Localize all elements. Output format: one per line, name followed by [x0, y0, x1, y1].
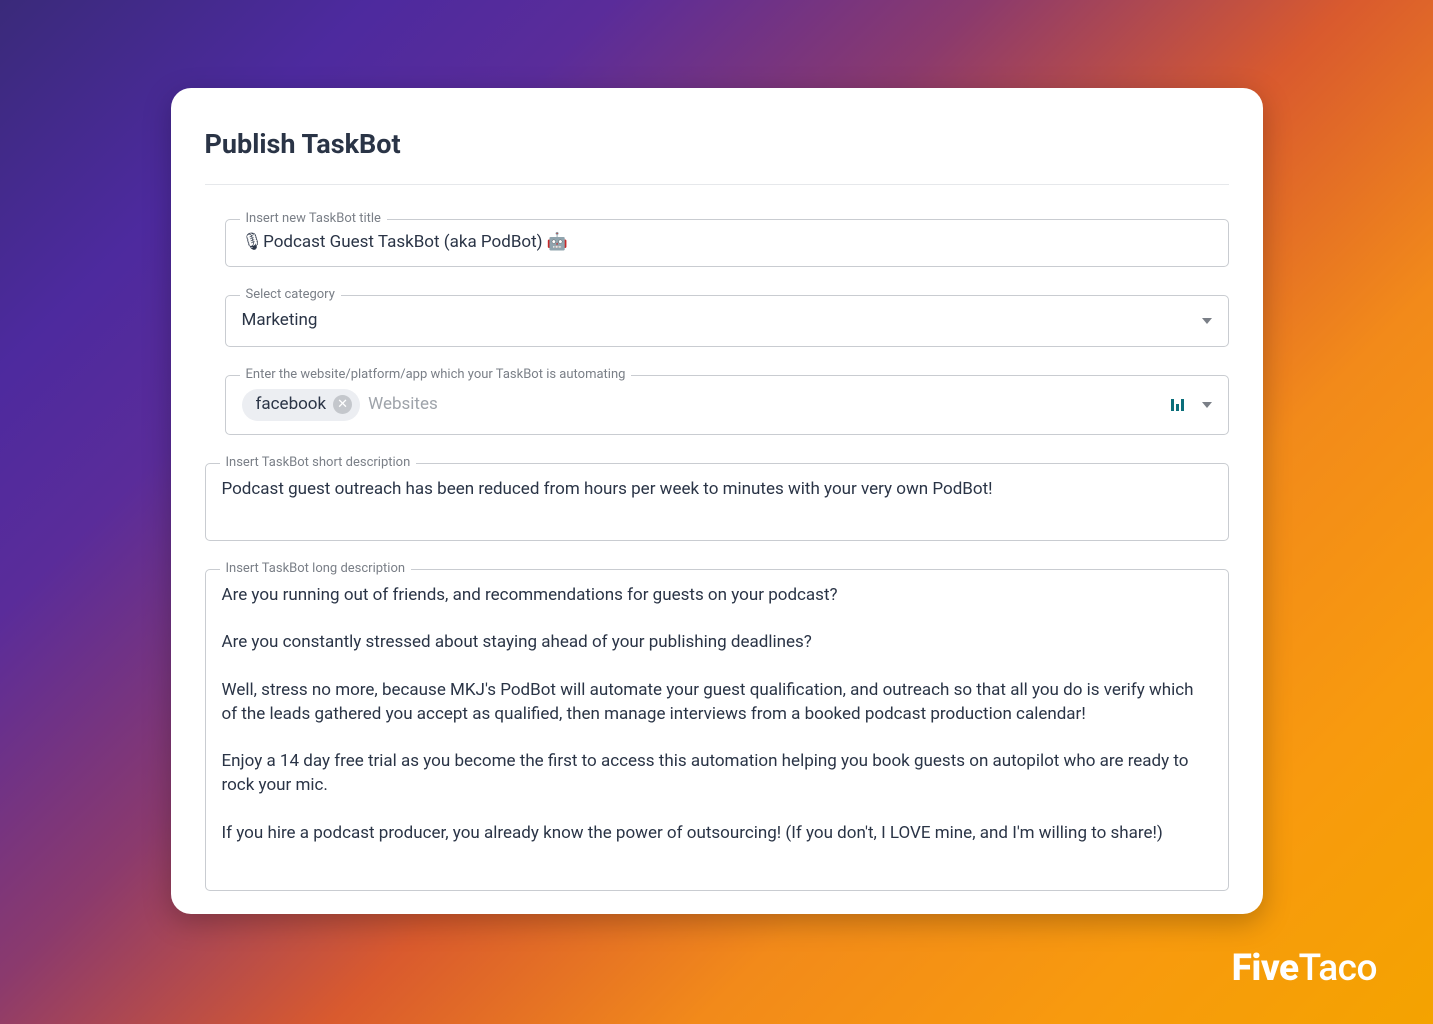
category-select[interactable]: Select category Marketing	[225, 295, 1229, 347]
field-label: Select category	[240, 287, 341, 302]
chip-remove-icon[interactable]: ✕	[333, 395, 352, 414]
publish-taskbot-card: Publish TaskBot Insert new TaskBot title…	[171, 88, 1263, 914]
field-label: Enter the website/platform/app which you…	[240, 367, 632, 382]
page-title: Publish TaskBot	[205, 128, 1229, 160]
brand-light: Taco	[1299, 947, 1377, 990]
category-value: Marketing	[242, 309, 1194, 333]
dropdown-caret-icon	[1202, 318, 1212, 324]
short-description-value: Podcast guest outreach has been reduced …	[222, 478, 993, 502]
taskbot-title-value: 🎙Podcast Guest TaskBot (aka PodBot) 🤖	[242, 231, 568, 255]
long-description-field[interactable]: Insert TaskBot long description Are you …	[205, 569, 1229, 891]
form-fields: Insert new TaskBot title 🎙Podcast Guest …	[205, 219, 1229, 891]
platform-tags-field[interactable]: Enter the website/platform/app which you…	[225, 375, 1229, 435]
dropdown-caret-icon[interactable]	[1202, 402, 1212, 408]
platform-placeholder: Websites	[368, 393, 1162, 417]
field-label: Insert TaskBot short description	[220, 455, 417, 470]
brand-bold: Five	[1232, 947, 1299, 990]
field-label: Insert TaskBot long description	[220, 561, 412, 576]
brand-watermark: FiveTaco	[1232, 947, 1377, 990]
short-description-field[interactable]: Insert TaskBot short description Podcast…	[205, 463, 1229, 541]
long-description-value: Are you running out of friends, and reco…	[222, 584, 1212, 846]
platform-tag-label: facebook	[256, 393, 327, 417]
platform-tag-chip: facebook ✕	[242, 389, 361, 421]
field-label: Insert new TaskBot title	[240, 211, 387, 226]
platform-right-icons	[1171, 399, 1212, 411]
divider	[205, 184, 1229, 185]
taskbot-title-field[interactable]: Insert new TaskBot title 🎙Podcast Guest …	[225, 219, 1229, 267]
settings-bars-icon[interactable]	[1171, 399, 1184, 411]
